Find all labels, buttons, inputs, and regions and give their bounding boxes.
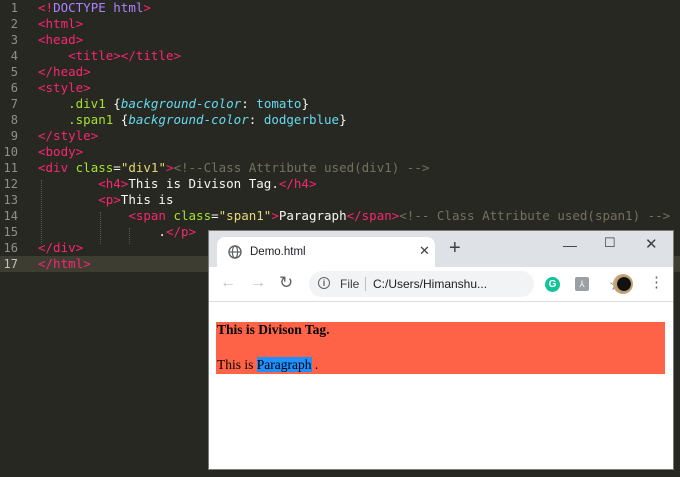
code-text: <style>	[38, 80, 91, 95]
code-text: <html>	[38, 16, 84, 31]
code-text: </head>	[38, 64, 91, 79]
code-line[interactable]: 5 </head>	[0, 64, 680, 80]
code-text: <span class="span1">Paragraph</span><!--…	[128, 208, 671, 223]
code-line[interactable]: 12 <h4>This is Divison Tag.</h4>	[0, 176, 680, 192]
code-text: <!DOCTYPE html>	[38, 0, 151, 15]
browser-toolbar: ← → ↻ i File C:/Users/Himanshu... ☆ G ⅄ …	[209, 267, 673, 302]
code-text: <head>	[38, 32, 84, 47]
line-number: 9	[10, 129, 18, 143]
tab-strip: Demo.html ✕ + — ☐ ✕	[209, 231, 673, 267]
code-text: <p>This is	[98, 192, 174, 207]
indent-guide	[41, 180, 42, 244]
back-icon[interactable]: ←	[220, 274, 236, 292]
div1-box: This is Divison Tag. This is Paragraph .	[216, 322, 665, 374]
browser-window: Demo.html ✕ + — ☐ ✕ ← → ↻ i File C:/User…	[209, 231, 673, 469]
line-number: 2	[10, 17, 18, 31]
line-number: 5	[10, 65, 18, 79]
code-line[interactable]: 2 <html>	[0, 16, 680, 32]
indent-guide	[100, 212, 101, 244]
line-number: 6	[10, 81, 18, 95]
menu-dots-icon[interactable]: ⋮	[649, 275, 664, 291]
code-line[interactable]: 14 <span class="span1">Paragraph</span><…	[0, 208, 680, 224]
code-line[interactable]: 8 .span1 {background-color: dodgerblue}	[0, 112, 680, 128]
code-text: .span1 {background-color: dodgerblue}	[68, 112, 347, 127]
code-text: </div>	[38, 240, 84, 255]
reload-icon[interactable]: ↻	[279, 274, 293, 292]
tab-demo[interactable]: Demo.html ✕	[217, 237, 435, 267]
tab-close-icon[interactable]: ✕	[419, 244, 430, 258]
new-tab-button[interactable]: +	[449, 237, 461, 259]
line-number: 13	[3, 193, 18, 207]
code-text: <div class="div1"><!--Class Attribute us…	[38, 160, 430, 175]
code-line[interactable]: 6 <style>	[0, 80, 680, 96]
extension-icon[interactable]: ⅄	[575, 277, 589, 291]
code-line[interactable]: 13 <p>This is	[0, 192, 680, 208]
page-heading: This is Divison Tag.	[217, 322, 330, 337]
url-scheme: File	[340, 277, 360, 291]
info-icon[interactable]: i	[318, 277, 330, 289]
line-number: 4	[10, 49, 18, 63]
close-window-button[interactable]: ✕	[645, 237, 658, 253]
profile-avatar[interactable]	[613, 274, 633, 294]
code-line[interactable]: 7 .div1 {background-color: tomato}	[0, 96, 680, 112]
code-text: <body>	[38, 144, 84, 159]
line-number: 10	[3, 145, 18, 159]
code-line[interactable]: 3 <head>	[0, 32, 680, 48]
para-text-before: This is	[217, 357, 257, 372]
minimize-button[interactable]: —	[563, 237, 577, 253]
code-text: .</p>	[38, 224, 197, 239]
line-number: 15	[3, 225, 18, 239]
forward-icon[interactable]: →	[250, 274, 266, 292]
globe-icon	[228, 245, 242, 259]
omnibox-divider	[365, 277, 366, 291]
code-text: </html>	[38, 256, 91, 271]
line-number: 16	[3, 241, 18, 255]
line-number: 11	[3, 161, 18, 175]
indent-guide	[129, 228, 130, 244]
code-line[interactable]: 9 </style>	[0, 128, 680, 144]
line-number: 1	[10, 1, 18, 15]
code-line[interactable]: 10 <body>	[0, 144, 680, 160]
code-text: </style>	[38, 128, 99, 143]
line-number: 3	[10, 33, 18, 47]
line-number: 12	[3, 177, 18, 191]
page-paragraph: This is Paragraph .	[217, 357, 318, 373]
tab-title: Demo.html	[250, 246, 306, 258]
maximize-button[interactable]: ☐	[604, 235, 616, 251]
span1-highlight: Paragraph	[256, 357, 312, 372]
code-text: <title></title>	[68, 48, 181, 63]
code-line[interactable]: 4 <title></title>	[0, 48, 680, 64]
page-viewport: This is Divison Tag. This is Paragraph .	[209, 302, 673, 469]
line-number: 7	[10, 97, 18, 111]
code-text: .div1 {background-color: tomato}	[68, 96, 309, 111]
grammarly-extension-icon[interactable]: G	[545, 277, 560, 292]
url-text[interactable]: C:/Users/Himanshu...	[373, 277, 487, 291]
code-text: <h4>This is Divison Tag.</h4>	[98, 176, 317, 191]
para-text-after: .	[311, 357, 319, 372]
line-number: 14	[3, 209, 18, 223]
code-line[interactable]: 11 <div class="div1"><!--Class Attribute …	[0, 160, 680, 176]
line-number: 8	[10, 113, 18, 127]
code-line[interactable]: 1 <!DOCTYPE html>	[0, 0, 680, 16]
line-number: 17	[3, 257, 18, 271]
address-bar[interactable]: i File C:/Users/Himanshu... ☆	[309, 271, 623, 297]
